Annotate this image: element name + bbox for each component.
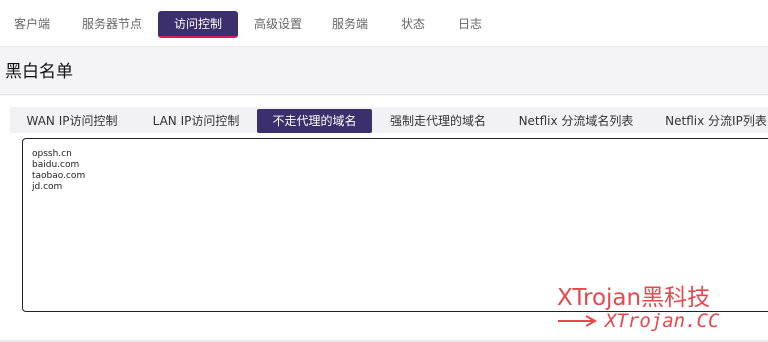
nav-item-server-nodes[interactable]: 服务器节点: [80, 11, 144, 38]
tab-bypass-proxy-domains[interactable]: 不走代理的域名: [257, 109, 372, 133]
tab-lan-ip-access-control[interactable]: LAN IP访问控制: [142, 109, 250, 133]
arrow-right-icon: [558, 315, 598, 327]
nav-item-client[interactable]: 客户端: [8, 11, 56, 38]
tab-force-proxy-domains[interactable]: 强制走代理的域名: [380, 109, 496, 133]
watermark-brand: XTrojan黑科技: [557, 285, 711, 311]
domain-line: opssh.cn: [32, 149, 72, 159]
page-title: 黑白名单: [5, 62, 73, 82]
domain-line: baidu.com: [32, 160, 80, 170]
tab-netflix-domain-list[interactable]: Netflix 分流域名列表: [507, 109, 645, 133]
nav-item-access-control[interactable]: 访问控制: [158, 11, 238, 38]
tab-wan-ip-access-control[interactable]: WAN IP访问控制: [14, 109, 130, 133]
divider: [0, 94, 768, 95]
nav-item-logs[interactable]: 日志: [455, 11, 485, 38]
nav-item-server-side[interactable]: 服务端: [330, 11, 370, 38]
domain-line: taobao.com: [32, 171, 86, 181]
nav-item-status[interactable]: 状态: [398, 11, 428, 38]
nav-item-advanced-settings[interactable]: 高级设置: [250, 11, 306, 38]
tab-netflix-ip-list[interactable]: Netflix 分流IP列表: [657, 109, 768, 133]
watermark-link: XTrojan.CC: [605, 310, 720, 332]
top-navigation: 客户端 服务器节点 访问控制 高级设置 服务端 状态 日志: [0, 0, 768, 47]
domain-line: jd.com: [32, 182, 63, 192]
